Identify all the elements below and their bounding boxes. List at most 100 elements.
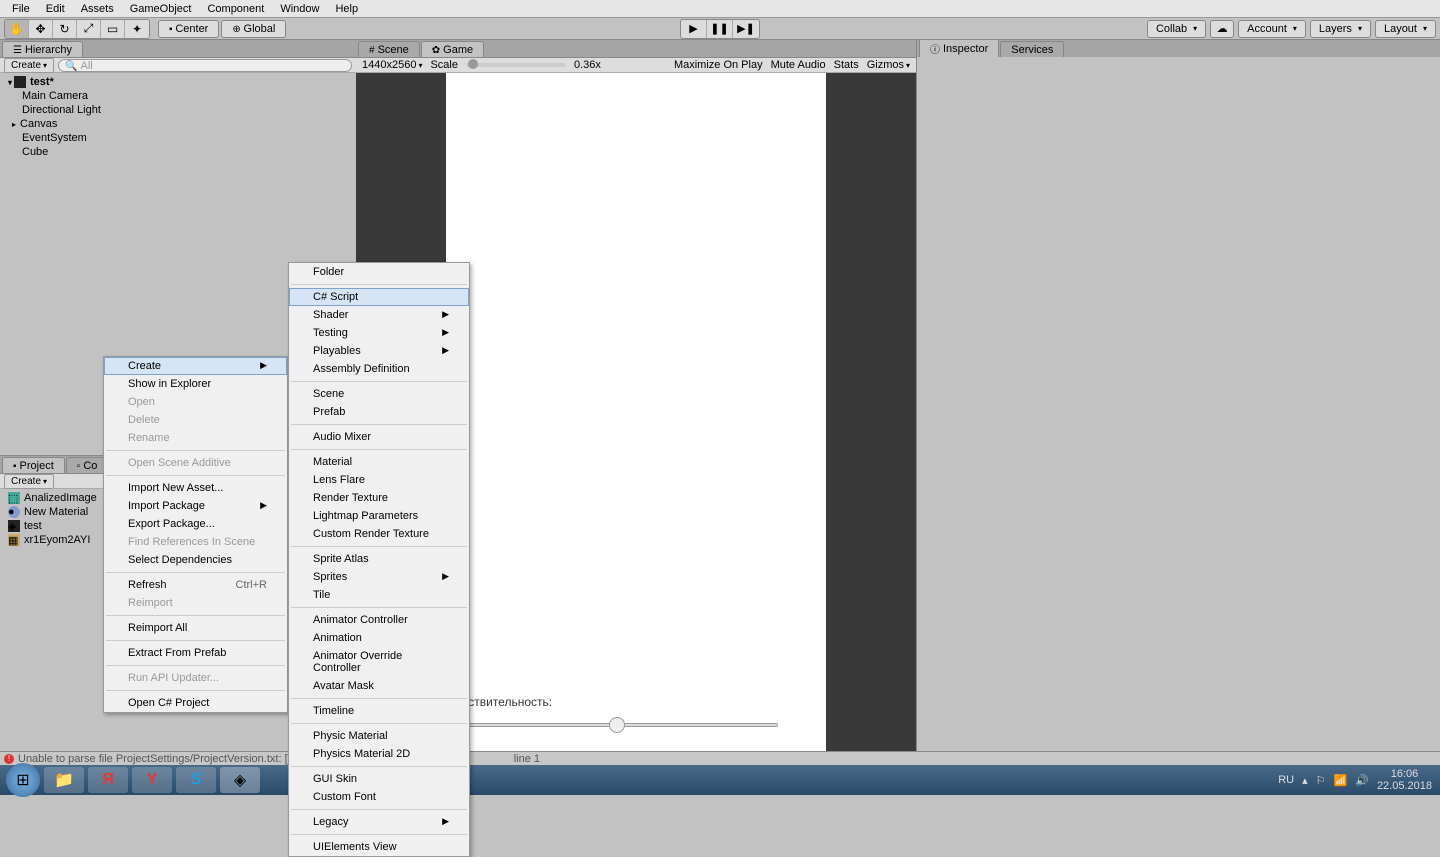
menu-item[interactable]: Import New Asset... bbox=[104, 479, 287, 497]
hierarchy-item[interactable]: Directional Light bbox=[0, 103, 356, 117]
menu-item[interactable]: Shader▶ bbox=[289, 306, 469, 324]
menu-item[interactable]: Timeline bbox=[289, 702, 469, 720]
tray-clock[interactable]: 16:06 22.05.2018 bbox=[1377, 768, 1432, 792]
menu-item[interactable]: Render Texture bbox=[289, 489, 469, 507]
task-browser[interactable]: Y bbox=[132, 767, 172, 793]
scene-icon: ◈ bbox=[8, 520, 20, 532]
project-create[interactable]: Create bbox=[4, 474, 54, 489]
console-tab[interactable]: ▫ Co bbox=[66, 457, 109, 473]
menu-item[interactable]: Custom Render Texture bbox=[289, 525, 469, 543]
menu-item[interactable]: Sprite Atlas bbox=[289, 550, 469, 568]
hierarchy-item[interactable]: EventSystem bbox=[0, 131, 356, 145]
menu-item[interactable]: Material bbox=[289, 453, 469, 471]
menu-item[interactable]: GUI Skin bbox=[289, 770, 469, 788]
mute-toggle[interactable]: Mute Audio bbox=[771, 59, 826, 71]
hierarchy-item[interactable]: Main Camera bbox=[0, 89, 356, 103]
menu-item[interactable]: Folder bbox=[289, 263, 469, 281]
tray-lang[interactable]: RU bbox=[1278, 774, 1294, 786]
tray-network-icon[interactable]: 📶 bbox=[1334, 774, 1348, 787]
menu-item[interactable]: Animation bbox=[289, 629, 469, 647]
scale-slider[interactable] bbox=[466, 63, 566, 67]
inspector-tab[interactable]: ⓘ Inspector bbox=[919, 38, 999, 57]
pause-button[interactable]: ❚❚ bbox=[707, 20, 733, 38]
gizmos-dropdown[interactable]: Gizmos bbox=[867, 59, 910, 71]
menu-item[interactable]: Create▶ bbox=[104, 357, 287, 375]
tray-volume-icon[interactable]: 🔊 bbox=[1355, 774, 1369, 787]
menu-item[interactable]: Export Package... bbox=[104, 515, 287, 533]
hand-tool[interactable]: ✋ bbox=[5, 20, 29, 38]
menu-file[interactable]: File bbox=[4, 1, 38, 17]
account-dropdown[interactable]: Account bbox=[1238, 20, 1306, 38]
menu-item[interactable]: Tile bbox=[289, 586, 469, 604]
task-unity[interactable]: ◈ bbox=[220, 767, 260, 793]
menu-item[interactable]: Lens Flare bbox=[289, 471, 469, 489]
rect-tool[interactable]: ▭ bbox=[101, 20, 125, 38]
play-button[interactable]: ▶ bbox=[681, 20, 707, 38]
menu-item[interactable]: Select Dependencies bbox=[104, 551, 287, 569]
slider-thumb[interactable] bbox=[609, 717, 625, 733]
tray-flag-icon[interactable]: ⚐ bbox=[1316, 774, 1326, 787]
cloud-button[interactable]: ☁ bbox=[1210, 20, 1234, 38]
menu-item[interactable]: Import Package▶ bbox=[104, 497, 287, 515]
menu-item[interactable]: Avatar Mask bbox=[289, 677, 469, 695]
menu-item[interactable]: C# Script bbox=[289, 288, 469, 306]
menu-item[interactable]: Scene bbox=[289, 385, 469, 403]
menu-gameobject[interactable]: GameObject bbox=[122, 1, 200, 17]
menu-item[interactable]: Custom Font bbox=[289, 788, 469, 806]
hierarchy-scene[interactable]: ▾test* bbox=[0, 75, 356, 89]
menu-assets[interactable]: Assets bbox=[73, 1, 122, 17]
menu-item[interactable]: Lightmap Parameters bbox=[289, 507, 469, 525]
rotate-tool[interactable]: ↻ bbox=[53, 20, 77, 38]
menu-item[interactable]: Physic Material bbox=[289, 727, 469, 745]
menu-item: Run API Updater... bbox=[104, 669, 287, 687]
menu-item[interactable]: Playables▶ bbox=[289, 342, 469, 360]
step-button[interactable]: ▶❚ bbox=[733, 20, 759, 38]
services-tab[interactable]: Services bbox=[1000, 41, 1064, 57]
menu-item[interactable]: Physics Material 2D bbox=[289, 745, 469, 763]
hierarchy-item[interactable]: Cube bbox=[0, 145, 356, 159]
menu-component[interactable]: Component bbox=[199, 1, 272, 17]
menu-item[interactable]: Animator Controller bbox=[289, 611, 469, 629]
menu-item[interactable]: Extract From Prefab bbox=[104, 644, 287, 662]
menu-item[interactable]: Prefab bbox=[289, 403, 469, 421]
status-text[interactable]: Unable to parse file ProjectSettings/Pro… bbox=[18, 753, 324, 765]
hierarchy-create[interactable]: Create bbox=[4, 58, 54, 73]
task-skype[interactable]: S bbox=[176, 767, 216, 793]
hierarchy-search[interactable]: 🔍All bbox=[58, 59, 352, 72]
stats-toggle[interactable]: Stats bbox=[834, 59, 859, 71]
pivot-global[interactable]: ⊕ Global bbox=[221, 20, 286, 38]
game-tab[interactable]: ✿ Game bbox=[421, 41, 484, 57]
maximize-toggle[interactable]: Maximize On Play bbox=[674, 59, 763, 71]
menu-help[interactable]: Help bbox=[327, 1, 366, 17]
menu-item[interactable]: Sprites▶ bbox=[289, 568, 469, 586]
move-tool[interactable]: ✥ bbox=[29, 20, 53, 38]
menu-item[interactable]: Animator Override Controller bbox=[289, 647, 469, 677]
pivot-center[interactable]: ▪ Center bbox=[158, 20, 219, 38]
scene-tab[interactable]: # Scene bbox=[358, 41, 420, 57]
layout-dropdown[interactable]: Layout bbox=[1375, 20, 1436, 38]
menu-item[interactable]: UIElements View bbox=[289, 838, 469, 856]
task-yandex[interactable]: Я bbox=[88, 767, 128, 793]
menu-item[interactable]: Legacy▶ bbox=[289, 813, 469, 831]
task-explorer[interactable]: 📁 bbox=[44, 767, 84, 793]
collab-dropdown[interactable]: Collab bbox=[1147, 20, 1206, 38]
scale-tool[interactable]: ⤢ bbox=[77, 20, 101, 38]
menu-item[interactable]: Assembly Definition bbox=[289, 360, 469, 378]
menu-item[interactable]: Testing▶ bbox=[289, 324, 469, 342]
menu-item[interactable]: Show in Explorer bbox=[104, 375, 287, 393]
transform-tool[interactable]: ✦ bbox=[125, 20, 149, 38]
menu-item[interactable]: Open C# Project bbox=[104, 694, 287, 712]
sensitivity-slider[interactable] bbox=[448, 723, 778, 727]
tray-up-icon[interactable]: ▴ bbox=[1302, 774, 1308, 787]
game-resolution[interactable]: 1440x2560 bbox=[362, 59, 422, 71]
menu-item[interactable]: RefreshCtrl+R bbox=[104, 576, 287, 594]
layers-dropdown[interactable]: Layers bbox=[1310, 20, 1371, 38]
start-button[interactable]: ⊞ bbox=[6, 763, 40, 797]
project-tab[interactable]: ▪ Project bbox=[2, 457, 65, 473]
menu-item[interactable]: Reimport All bbox=[104, 619, 287, 637]
hierarchy-item[interactable]: ▸Canvas bbox=[0, 117, 356, 131]
menu-edit[interactable]: Edit bbox=[38, 1, 73, 17]
menu-window[interactable]: Window bbox=[272, 1, 327, 17]
menu-item[interactable]: Audio Mixer bbox=[289, 428, 469, 446]
hierarchy-tab[interactable]: ☰ Hierarchy bbox=[2, 41, 83, 57]
